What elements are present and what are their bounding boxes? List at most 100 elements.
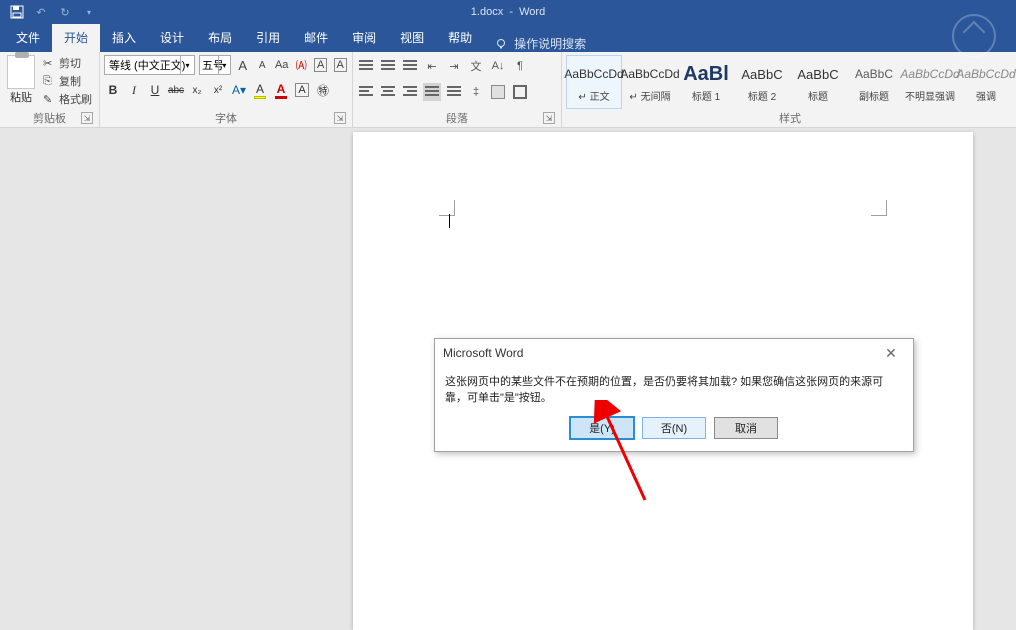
paragraph-launcher[interactable]: ⇲: [543, 112, 555, 124]
group-paragraph: ⇤ ⇥ 文 A↓ ¶ ‡ 段落⇲: [353, 52, 562, 127]
bold-button[interactable]: B: [104, 81, 122, 99]
window-title: 1.docx - Word: [471, 6, 545, 18]
clipboard-launcher[interactable]: ⇲: [81, 112, 93, 124]
decrease-indent-button[interactable]: ⇤: [423, 57, 441, 75]
shading-button[interactable]: [489, 83, 507, 101]
style-label: 副标题: [847, 88, 901, 103]
tab-review[interactable]: 审阅: [340, 24, 388, 52]
align-center-button[interactable]: [379, 83, 397, 101]
tab-references[interactable]: 引用: [244, 24, 292, 52]
copy-icon: ⎘: [43, 75, 55, 87]
tab-help[interactable]: 帮助: [436, 24, 484, 52]
char-shading-button[interactable]: A: [293, 81, 311, 99]
style-preview: AaBbCcDd: [623, 60, 677, 88]
paste-button[interactable]: 粘贴: [4, 55, 38, 110]
style-item[interactable]: AaBl标题 1: [678, 55, 734, 109]
tab-insert[interactable]: 插入: [100, 24, 148, 52]
group-font: 等线 (中文正文)▾ 五号▾ A A Aa 🄐 A A B I U abc x₂…: [100, 52, 353, 127]
align-left-button[interactable]: [357, 83, 375, 101]
change-case-button[interactable]: Aa: [274, 56, 290, 74]
bullets-button[interactable]: [357, 57, 375, 75]
char-border-button[interactable]: A: [332, 56, 348, 74]
increase-indent-button[interactable]: ⇥: [445, 57, 463, 75]
paste-label: 粘贴: [4, 89, 38, 105]
font-group-label: 字体: [215, 110, 237, 126]
font-size-combo[interactable]: 五号▾: [199, 55, 231, 75]
line-spacing-button[interactable]: ‡: [467, 83, 485, 101]
distribute-icon: [447, 86, 461, 98]
clipboard-group-label: 剪贴板: [33, 110, 66, 126]
copy-label: 复制: [59, 73, 81, 89]
show-marks-button[interactable]: ¶: [511, 57, 529, 75]
dialog: Microsoft Word ✕ 这张网页中的某些文件不在预期的位置，是否仍要将…: [434, 338, 914, 452]
tell-me-label: 操作说明搜索: [514, 35, 586, 52]
qat-customize[interactable]: ▾: [78, 2, 100, 22]
redo-button[interactable]: ↻: [54, 2, 76, 22]
style-item[interactable]: AaBbC标题: [790, 55, 846, 109]
dialog-no-button[interactable]: 否(N): [642, 417, 706, 439]
enclose-char-button[interactable]: ㊕: [314, 81, 332, 99]
style-item[interactable]: AaBbCcDd不明显强调: [902, 55, 958, 109]
multilevel-button[interactable]: [401, 57, 419, 75]
style-label: 强调: [959, 88, 1013, 103]
style-label: ↵ 无间隔: [623, 88, 677, 103]
phonetic-guide-button[interactable]: 🄐: [293, 56, 309, 74]
clear-format-icon: A: [314, 58, 327, 72]
align-justify-button[interactable]: [423, 83, 441, 101]
tab-home[interactable]: 开始: [52, 24, 100, 52]
style-preview: AaBbCcDd: [567, 60, 621, 88]
font-launcher[interactable]: ⇲: [334, 112, 346, 124]
style-item[interactable]: AaBbCcDd↵ 无间隔: [622, 55, 678, 109]
tab-design[interactable]: 设计: [148, 24, 196, 52]
sort-button[interactable]: A↓: [489, 57, 507, 75]
text-effects-button[interactable]: A▾: [230, 81, 248, 99]
underline-button[interactable]: U: [146, 81, 164, 99]
dialog-cancel-button[interactable]: 取消: [714, 417, 778, 439]
style-item[interactable]: AaBbCcDd强调: [958, 55, 1014, 109]
save-button[interactable]: [6, 2, 28, 22]
font-color-button[interactable]: A: [272, 81, 290, 99]
tab-layout[interactable]: 布局: [196, 24, 244, 52]
borders-button[interactable]: [511, 83, 529, 101]
ribbon-tabs: 文件 开始 插入 设计 布局 引用 邮件 审阅 视图 帮助 操作说明搜索: [0, 24, 1016, 52]
style-item[interactable]: AaBbCcDd↵ 正文: [566, 55, 622, 109]
cut-button[interactable]: ✂剪切: [40, 55, 95, 71]
fontcolor-swatch: [275, 96, 287, 99]
tell-me-search[interactable]: 操作说明搜索: [494, 35, 586, 52]
shrink-font-button[interactable]: A: [254, 56, 270, 74]
dialog-yes-button[interactable]: 是(Y): [570, 417, 634, 439]
fontcolor-A: A: [277, 82, 286, 96]
shading-icon: [491, 85, 505, 99]
undo-button[interactable]: ↶: [30, 2, 52, 22]
clear-format-button[interactable]: A: [313, 56, 329, 74]
highlight-button[interactable]: A: [251, 81, 269, 99]
style-preview: AaBbC: [847, 60, 901, 88]
style-preview: AaBbCcDd: [959, 60, 1013, 88]
strikethrough-button[interactable]: abc: [167, 81, 185, 99]
style-item[interactable]: AaBbC副标题: [846, 55, 902, 109]
distribute-button[interactable]: [445, 83, 463, 101]
dialog-body: 这张网页中的某些文件不在预期的位置，是否仍要将其加载? 如果您确信这张网页的来源…: [435, 367, 913, 451]
format-painter-button[interactable]: ✎格式刷: [40, 91, 95, 107]
styles-gallery[interactable]: AaBbCcDd↵ 正文AaBbCcDd↵ 无间隔AaBl标题 1AaBbC标题…: [566, 55, 1014, 109]
italic-button[interactable]: I: [125, 81, 143, 99]
tab-file[interactable]: 文件: [4, 24, 52, 52]
grow-font-button[interactable]: A: [235, 56, 251, 74]
subscript-button[interactable]: x₂: [188, 81, 206, 99]
numbering-button[interactable]: [379, 57, 397, 75]
dialog-close-button[interactable]: ✕: [877, 341, 905, 365]
asian-layout-button[interactable]: 文: [467, 57, 485, 75]
char-shading-icon: A: [295, 83, 308, 97]
tab-view[interactable]: 视图: [388, 24, 436, 52]
numbering-icon: [381, 60, 395, 72]
align-right-button[interactable]: [401, 83, 419, 101]
tab-mailings[interactable]: 邮件: [292, 24, 340, 52]
brush-icon: ✎: [43, 93, 55, 105]
copy-button[interactable]: ⎘ 复制: [40, 73, 95, 89]
borders-icon: [513, 85, 527, 99]
superscript-button[interactable]: x²: [209, 81, 227, 99]
font-name-combo[interactable]: 等线 (中文正文)▾: [104, 55, 195, 75]
redo-icon: ↻: [60, 6, 69, 19]
close-icon: ✕: [885, 345, 897, 362]
style-item[interactable]: AaBbC标题 2: [734, 55, 790, 109]
